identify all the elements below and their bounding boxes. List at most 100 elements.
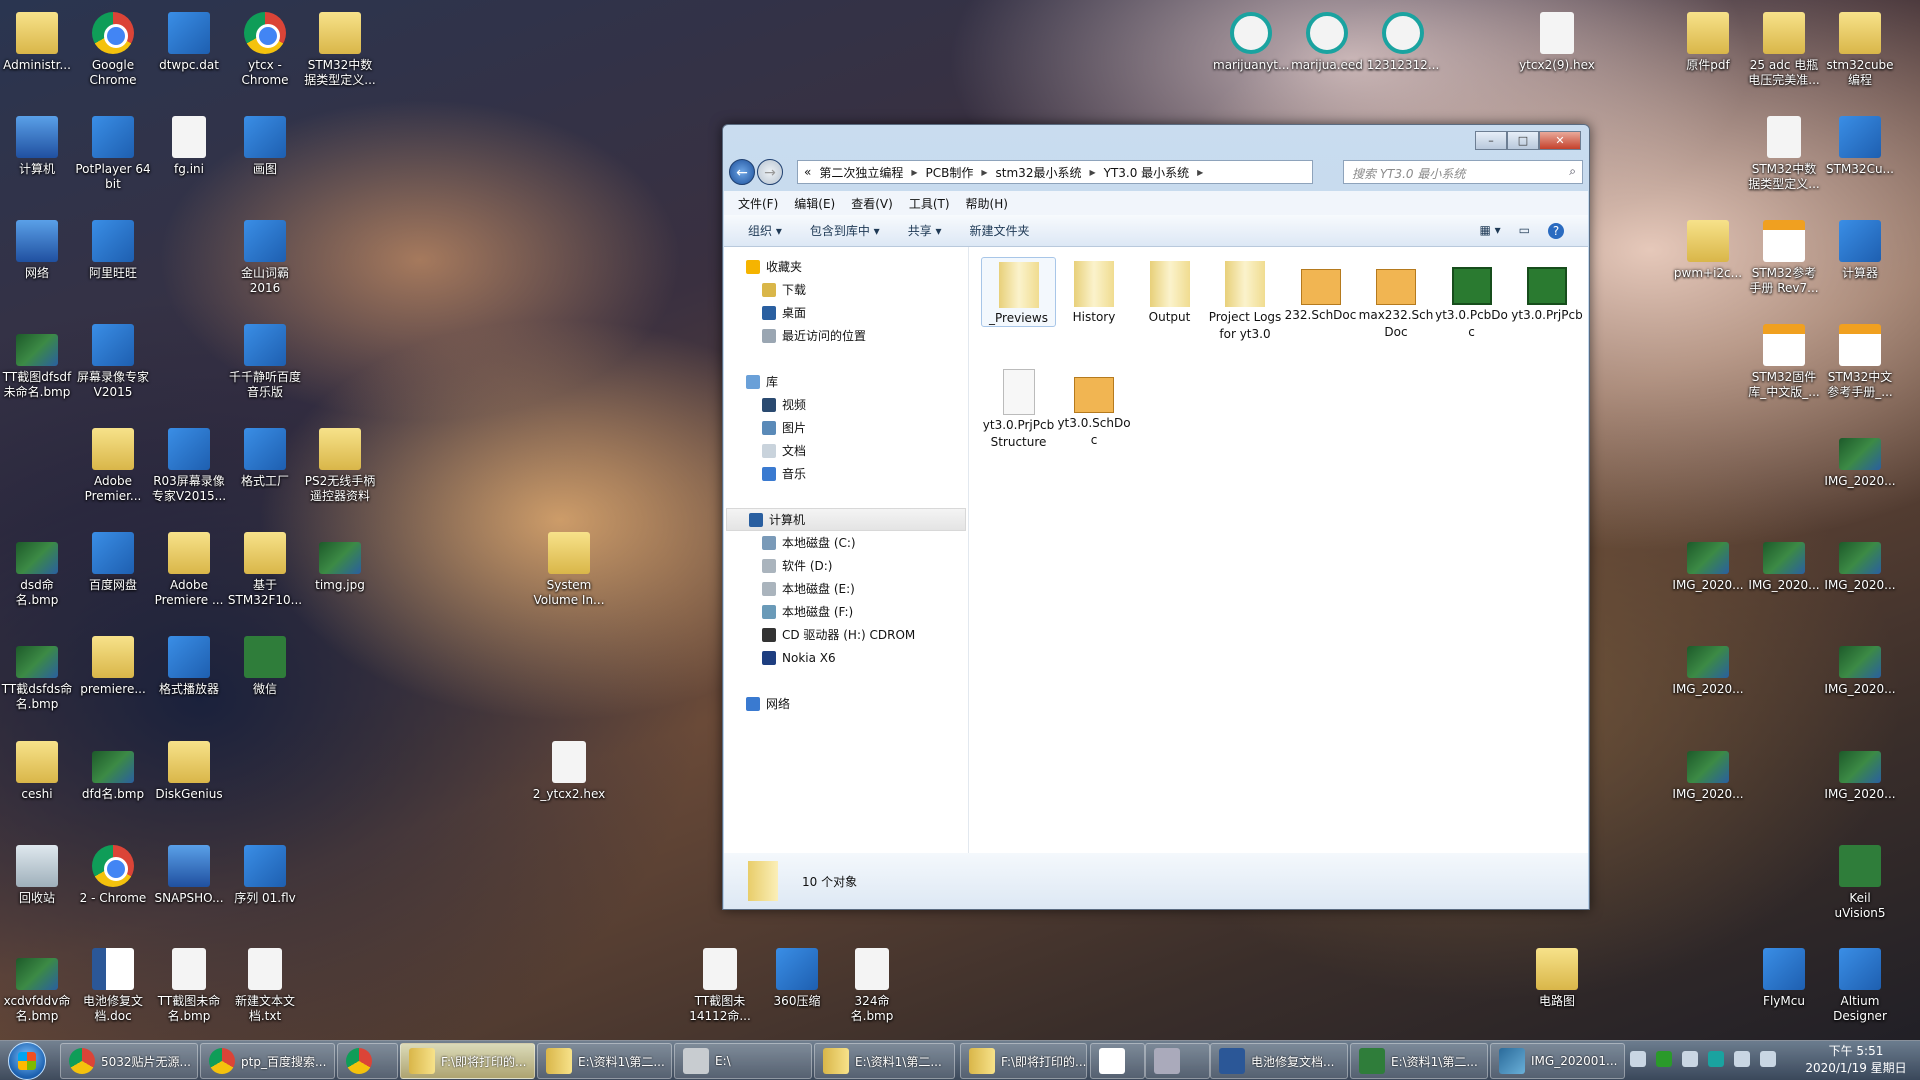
command-button[interactable]: 包含到库中 ▾	[810, 222, 880, 239]
preview-pane-icon[interactable]: ▭	[1519, 223, 1530, 239]
start-button[interactable]	[8, 1042, 46, 1080]
menu-item[interactable]: 文件(F)	[738, 195, 778, 211]
maximize-button[interactable]: □	[1507, 131, 1539, 150]
nav-item[interactable]: 本地磁盘 (F:)	[724, 600, 968, 623]
file-item[interactable]: yt3.0.PcbDoc	[1434, 257, 1509, 341]
desktop-icon[interactable]: Keil uVision5	[1822, 845, 1898, 921]
menu-item[interactable]: 查看(V)	[851, 195, 893, 211]
menu-item[interactable]: 工具(T)	[909, 195, 950, 211]
nav-item[interactable]: 本地磁盘 (E:)	[724, 577, 968, 600]
desktop-icon[interactable]: TT截图dfsdf未命名.bmp	[0, 324, 75, 400]
menu-item[interactable]: 帮助(H)	[966, 195, 1008, 211]
nav-item[interactable]: Nokia X6	[724, 646, 968, 669]
minimize-button[interactable]: –	[1475, 131, 1507, 150]
command-button[interactable]: 组织 ▾	[748, 222, 782, 239]
desktop-icon[interactable]: 金山词霸 2016	[227, 220, 303, 296]
desktop-icon[interactable]: SNAPSHO...	[151, 845, 227, 906]
desktop-icon[interactable]: Adobe Premiere ...	[151, 532, 227, 608]
breadcrumb-item[interactable]: YT3.0 最小系统	[1104, 164, 1190, 181]
network-icon[interactable]	[1734, 1051, 1750, 1067]
desktop-icon[interactable]: IMG_2020...	[1670, 636, 1746, 697]
desktop-icon[interactable]: DiskGenius	[151, 741, 227, 802]
taskbar-button[interactable]: 5032贴片无源...	[60, 1043, 198, 1079]
nav-item[interactable]: CD 驱动器 (H:) CDROM	[724, 623, 968, 646]
desktop-icon[interactable]: premiere...	[75, 636, 151, 697]
desktop-icon[interactable]: 12312312...	[1365, 12, 1441, 73]
desktop-icon[interactable]: 回收站	[0, 845, 75, 906]
desktop-icon[interactable]: 序列 01.flv	[227, 845, 303, 906]
desktop-icon[interactable]: IMG_2020...	[1822, 741, 1898, 802]
desktop-icon[interactable]: FlyMcu	[1746, 948, 1822, 1009]
view-options-icon[interactable]: ▦ ▾	[1479, 223, 1500, 239]
desktop-icon[interactable]: 原件pdf	[1670, 12, 1746, 73]
desktop-icon[interactable]: System Volume In...	[531, 532, 607, 608]
breadcrumb-item[interactable]: 第二次独立编程	[819, 164, 903, 181]
desktop-icon[interactable]: IMG_2020...	[1670, 532, 1746, 593]
clock[interactable]: 下午 5:51 2020/1/19 星期日	[1800, 1043, 1912, 1077]
menu-item[interactable]: 编辑(E)	[794, 195, 835, 211]
nav-item[interactable]: 图片	[724, 416, 968, 439]
desktop-icon[interactable]: IMG_2020...	[1746, 532, 1822, 593]
taskbar-button[interactable]	[337, 1043, 398, 1079]
taskbar-button[interactable]: E:\资料1\第二...	[537, 1043, 672, 1079]
desktop-icon[interactable]: 画图	[227, 116, 303, 177]
nav-item[interactable]: 文档	[724, 439, 968, 462]
desktop-icon[interactable]: 网络	[0, 220, 75, 281]
breadcrumb-overflow[interactable]: «	[804, 165, 811, 179]
desktop-icon[interactable]: xcdvfddv命名.bmp	[0, 948, 75, 1024]
keyboard-icon[interactable]	[1630, 1051, 1646, 1067]
file-item[interactable]: Project Logs for yt3.0	[1208, 257, 1283, 343]
nav-item[interactable]: 音乐	[724, 462, 968, 485]
desktop-icon[interactable]: marijuanyt...	[1213, 12, 1289, 73]
desktop-icon[interactable]: STM32参考手册 Rev7...	[1746, 220, 1822, 296]
desktop-icon[interactable]: 电池修复文档.doc	[75, 948, 151, 1024]
desktop-icon[interactable]: 格式播放器	[151, 636, 227, 697]
search-input[interactable]: 搜索 YT3.0 最小系统 ⌕	[1343, 160, 1583, 184]
desktop-icon[interactable]: 基于STM32F10...	[227, 532, 303, 608]
command-button[interactable]: 共享 ▾	[908, 222, 942, 239]
close-button[interactable]: ✕	[1539, 131, 1581, 150]
security-icon[interactable]	[1656, 1051, 1672, 1067]
desktop-icon[interactable]: 2 - Chrome	[75, 845, 151, 906]
desktop-icon[interactable]: stm32cube编程	[1822, 12, 1898, 88]
desktop-icon[interactable]: Google Chrome	[75, 12, 151, 88]
desktop-icon[interactable]: Adobe Premier...	[75, 428, 151, 504]
desktop-icon[interactable]: dsd命名.bmp	[0, 532, 75, 608]
file-item[interactable]: max232.SchDoc	[1359, 257, 1434, 341]
breadcrumb-item[interactable]: PCB制作	[926, 164, 974, 181]
desktop-icon[interactable]: 格式工厂	[227, 428, 303, 489]
desktop-icon[interactable]: R03屏幕录像专家V2015...	[151, 428, 227, 504]
forward-button[interactable]: →	[757, 159, 783, 185]
desktop-icon[interactable]: dfd名.bmp	[75, 741, 151, 802]
file-item[interactable]: 232.SchDoc	[1283, 257, 1358, 324]
desktop-icon[interactable]: fg.ini	[151, 116, 227, 177]
back-button[interactable]: ←	[729, 159, 755, 185]
taskbar-button[interactable]: ptp_百度搜索...	[200, 1043, 335, 1079]
taskbar-button[interactable]: F:\即将打印的...	[960, 1043, 1087, 1079]
taskbar-button[interactable]	[1145, 1043, 1210, 1079]
desktop-icon[interactable]: IMG_2020...	[1822, 532, 1898, 593]
usb-icon[interactable]	[1682, 1051, 1698, 1067]
desktop-icon[interactable]: STM32Cu...	[1822, 116, 1898, 177]
desktop-icon[interactable]: 25 adc 电瓶电压完美准...	[1746, 12, 1822, 88]
nav-item[interactable]: 下载	[724, 278, 968, 301]
desktop-icon[interactable]: 千千静听百度音乐版	[227, 324, 303, 400]
desktop-icon[interactable]: STM32固件库_中文版_...	[1746, 324, 1822, 400]
file-item[interactable]: History	[1057, 257, 1132, 326]
breadcrumb-item[interactable]: stm32最小系统	[996, 164, 1082, 181]
desktop-icon[interactable]: pwm+i2c...	[1670, 220, 1746, 281]
nav-item[interactable]: 软件 (D:)	[724, 554, 968, 577]
desktop-icon[interactable]: IMG_2020...	[1822, 636, 1898, 697]
nav-item[interactable]: 视频	[724, 393, 968, 416]
ese-icon[interactable]	[1708, 1051, 1724, 1067]
desktop-icon[interactable]: Altium Designer	[1822, 948, 1898, 1024]
file-item[interactable]: yt3.0.PrjPcb	[1510, 257, 1585, 324]
taskbar-button[interactable]: E:\	[674, 1043, 812, 1079]
nav-item[interactable]: 桌面	[724, 301, 968, 324]
desktop-icon[interactable]: dtwpc.dat	[151, 12, 227, 73]
desktop-icon[interactable]: TT截dsfds命名.bmp	[0, 636, 75, 712]
desktop-icon[interactable]: TT截图未命名.bmp	[151, 948, 227, 1024]
desktop-icon[interactable]: PS2无线手柄遥控器资料	[302, 428, 378, 504]
file-item[interactable]: yt3.0.PrjPcbStructure	[981, 365, 1056, 451]
help-icon[interactable]: ?	[1548, 222, 1564, 239]
